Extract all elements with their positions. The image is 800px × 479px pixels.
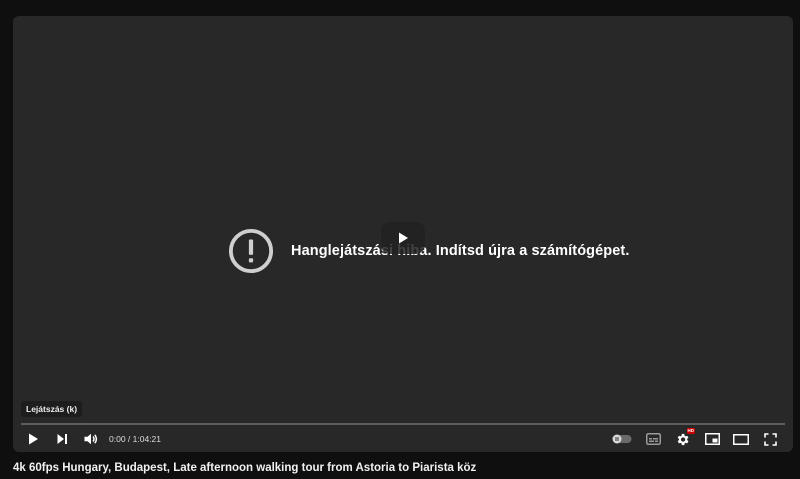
video-player[interactable]: Hanglejátszási hiba. Indítsd újra a szám… [13, 16, 793, 452]
theater-mode-icon [733, 433, 749, 445]
subtitles-button[interactable] [643, 429, 663, 449]
progress-bar[interactable] [21, 423, 785, 425]
next-button[interactable] [52, 429, 72, 449]
autoplay-toggle[interactable] [611, 429, 633, 449]
hd-badge: HD [686, 428, 695, 434]
volume-button[interactable] [81, 429, 101, 449]
play-icon [29, 433, 38, 445]
play-icon [399, 232, 408, 244]
miniplayer-icon [704, 433, 720, 445]
volume-icon [84, 433, 98, 445]
settings-button[interactable]: HD [672, 428, 695, 449]
play-button[interactable] [23, 429, 43, 449]
error-circle-icon [228, 228, 274, 274]
error-overlay: Hanglejátszási hiba. Indítsd újra a szám… [228, 211, 629, 291]
miniplayer-button[interactable] [702, 429, 722, 449]
subtitles-icon [645, 433, 661, 445]
video-title: 4k 60fps Hungary, Budapest, Late afterno… [13, 462, 477, 474]
error-message: Hanglejátszási hiba. Indítsd újra a szám… [291, 243, 630, 259]
play-tooltip: Lejátszás (k) [21, 401, 83, 417]
time-display: 0:00 / 1:04:21 [109, 434, 161, 444]
theater-mode-button[interactable] [731, 429, 751, 449]
control-bar: 0:00 / 1:04:21 HD [13, 426, 793, 452]
big-play-button[interactable] [381, 222, 425, 254]
fullscreen-icon [763, 432, 777, 446]
skip-next-icon [57, 434, 67, 444]
fullscreen-button[interactable] [760, 429, 780, 449]
page: Hanglejátszási hiba. Indítsd újra a szám… [0, 0, 800, 479]
autoplay-toggle-icon [612, 434, 632, 444]
